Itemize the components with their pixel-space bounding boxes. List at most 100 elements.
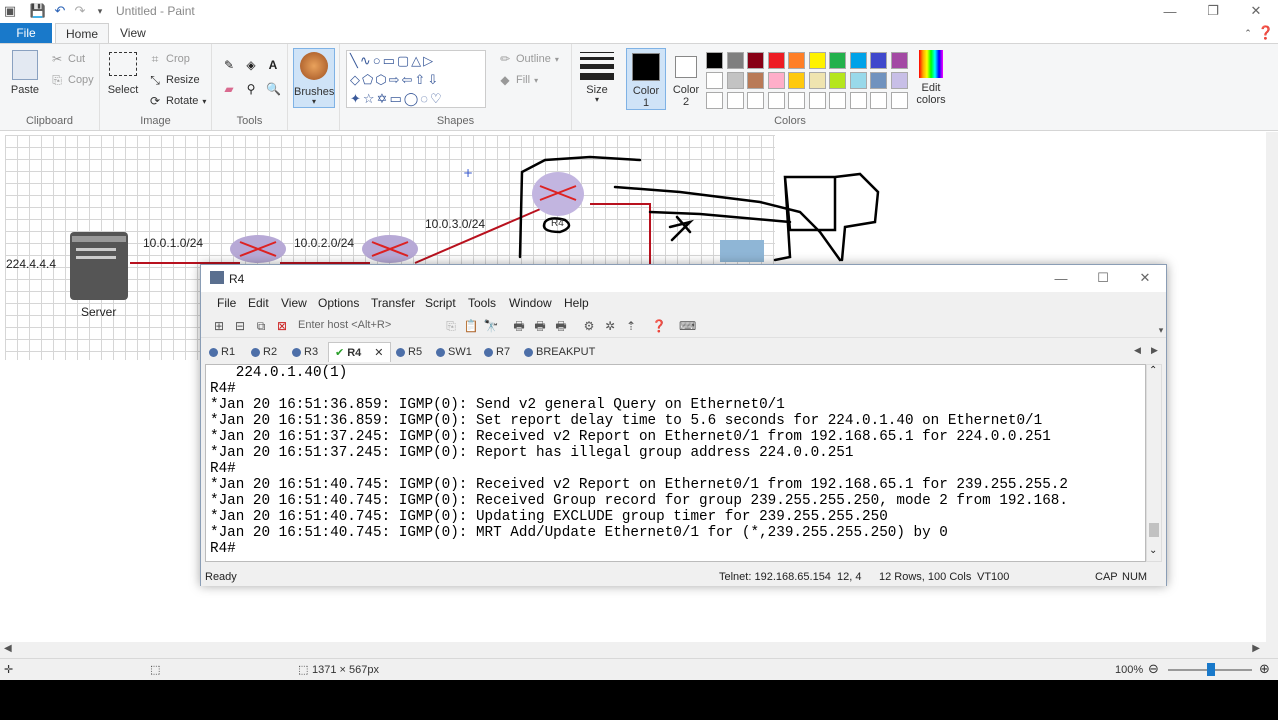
palette-swatch[interactable]	[788, 52, 805, 69]
palette-swatch[interactable]	[890, 52, 908, 69]
palette-swatch[interactable]	[747, 92, 764, 109]
paint-horizontal-scrollbar[interactable]: ◀ ▶	[0, 642, 1278, 658]
undo-icon[interactable]: ↶	[52, 3, 68, 19]
tab-r5[interactable]: R5	[396, 342, 422, 362]
palette-swatch[interactable]	[726, 72, 744, 89]
crt-maximize-icon[interactable]: ☐	[1081, 267, 1125, 289]
terminal-scroll-thumb[interactable]	[1149, 523, 1159, 537]
pencil-icon[interactable]: ✎	[222, 58, 236, 72]
tab-view[interactable]: View	[110, 23, 156, 43]
redo-icon[interactable]: ↷	[72, 3, 88, 19]
print-screen-icon[interactable]: 🖶	[553, 318, 569, 334]
palette-swatch[interactable]	[767, 92, 785, 109]
menu-help[interactable]: Help	[564, 296, 589, 310]
palette-swatch[interactable]	[829, 92, 846, 109]
palette-swatch[interactable]	[788, 92, 805, 109]
tab-sw1[interactable]: SW1	[436, 342, 472, 362]
palette-swatch[interactable]	[849, 52, 867, 69]
paste-tb-icon[interactable]: 📋	[463, 318, 479, 334]
menu-view[interactable]: View	[281, 296, 307, 310]
magnifier-icon[interactable]: 🔍	[266, 82, 281, 96]
scroll-left-icon[interactable]: ◀	[4, 643, 12, 654]
find-icon[interactable]: 🔭	[483, 318, 499, 334]
copy-tb-icon[interactable]: ⎘	[443, 318, 459, 334]
copy-button[interactable]: ⎘ Copy	[50, 71, 94, 89]
edit-colors-button[interactable]: Edit colors	[910, 50, 952, 106]
palette-swatch[interactable]	[808, 92, 826, 109]
disconnect-icon[interactable]: ⊠	[274, 318, 290, 334]
tabs-prev-icon[interactable]: ◀	[1134, 345, 1141, 356]
palette-swatch[interactable]	[870, 72, 887, 89]
cut-button[interactable]: ✂ Cut	[50, 50, 85, 68]
palette-swatch[interactable]	[890, 92, 908, 109]
color-picker-icon[interactable]: ⚲	[244, 82, 258, 96]
palette-swatch[interactable]	[706, 92, 723, 109]
scroll-down-icon[interactable]: ⌄	[1149, 545, 1157, 556]
fill-bucket-icon[interactable]: ◈	[244, 58, 258, 72]
palette-swatch[interactable]	[726, 52, 744, 69]
save-icon[interactable]: 💾	[30, 3, 46, 19]
palette-swatch[interactable]	[829, 72, 846, 89]
menu-options[interactable]: Options	[318, 296, 359, 310]
close-icon[interactable]: ✕	[1234, 0, 1278, 22]
palette-swatch[interactable]	[870, 92, 887, 109]
scroll-up-icon[interactable]: ⌃	[1149, 365, 1157, 376]
rotate-button[interactable]: ⟳ Rotate ▾	[148, 92, 206, 110]
resize-button[interactable]: ⤡ Resize	[148, 71, 199, 89]
ribbon-collapse-icon[interactable]: ⌃	[1240, 25, 1256, 41]
outline-button[interactable]: ✏ Outline ▾	[498, 50, 559, 68]
tab-close-icon[interactable]: ✕	[374, 346, 383, 359]
palette-swatch[interactable]	[706, 52, 723, 69]
quick-connect-icon[interactable]: ⊟	[232, 318, 248, 334]
zoom-in-icon[interactable]: ⊕	[1259, 661, 1270, 677]
palette-swatch[interactable]	[767, 52, 785, 69]
select-button[interactable]: Select	[106, 52, 140, 96]
keymap-icon[interactable]: ⇡	[623, 318, 639, 334]
quick-access-dropdown-icon[interactable]: ▾	[92, 3, 108, 19]
palette-swatch[interactable]	[870, 52, 887, 69]
fill-button[interactable]: ◆ Fill ▾	[498, 71, 538, 89]
crt-close-icon[interactable]: ✕	[1123, 267, 1167, 289]
restore-icon[interactable]: ❐	[1191, 0, 1235, 22]
session-options-icon[interactable]: ⚙	[581, 318, 597, 334]
palette-swatch[interactable]	[767, 72, 785, 89]
tabs-next-icon[interactable]: ▶	[1151, 345, 1158, 356]
keyboard-icon[interactable]: ⌨	[679, 318, 696, 334]
tab-r4[interactable]: ✔ R4 ✕	[328, 342, 391, 362]
tab-file[interactable]: File	[0, 23, 52, 43]
crt-minimize-icon[interactable]: —	[1039, 267, 1083, 289]
palette-swatch[interactable]	[726, 92, 744, 109]
tab-r2[interactable]: R2	[251, 342, 277, 362]
paste-button[interactable]: Paste	[6, 50, 44, 96]
brushes-button[interactable]: Brushes ▾	[293, 48, 335, 108]
tab-r7[interactable]: R7	[484, 342, 510, 362]
menu-file[interactable]: File	[217, 296, 236, 310]
palette-swatch[interactable]	[808, 52, 826, 69]
enter-host-field[interactable]: Enter host <Alt+R>	[298, 319, 391, 331]
tab-home[interactable]: Home	[55, 23, 110, 43]
palette-swatch[interactable]	[706, 72, 723, 89]
paint-vertical-scrollbar[interactable]	[1266, 132, 1278, 642]
connect-tab-icon[interactable]: ⧉	[253, 318, 269, 334]
palette-swatch[interactable]	[829, 52, 846, 69]
size-button[interactable]: Size ▾	[580, 52, 614, 104]
menu-edit[interactable]: Edit	[248, 296, 269, 310]
tab-breakput[interactable]: BREAKPUT	[524, 342, 595, 362]
sftp-icon[interactable]: ✲	[602, 318, 618, 334]
menu-script[interactable]: Script	[425, 296, 456, 310]
palette-swatch[interactable]	[890, 72, 908, 89]
palette-swatch[interactable]	[849, 72, 867, 89]
menu-tools[interactable]: Tools	[468, 296, 496, 310]
terminal-scrollbar[interactable]: ⌃ ⌄	[1146, 364, 1162, 562]
scroll-right-icon[interactable]: ▶	[1252, 643, 1260, 654]
shapes-gallery[interactable]: ╲∿○▭▢△▷ ◇⬠⬡⇨⇦⇧⇩ ✦☆✡▭◯◌♡	[346, 50, 486, 108]
minimize-icon[interactable]: —	[1148, 0, 1192, 22]
print-selection-icon[interactable]: 🖶	[532, 318, 548, 334]
text-icon[interactable]: A	[266, 58, 280, 72]
tab-r1[interactable]: R1	[209, 342, 235, 362]
palette-swatch[interactable]	[788, 72, 805, 89]
help-tb-icon[interactable]: ❓	[651, 318, 667, 334]
zoom-slider-thumb[interactable]	[1207, 663, 1215, 676]
palette-swatch[interactable]	[747, 72, 764, 89]
crop-button[interactable]: ⌗ Crop	[148, 50, 190, 68]
